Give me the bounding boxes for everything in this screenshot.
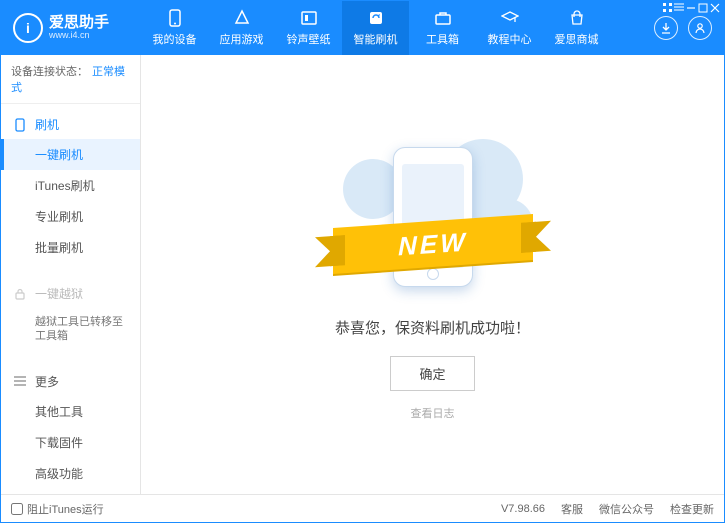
sidebar-head-jailbreak: 一键越狱: [1, 279, 140, 308]
nav-store[interactable]: 爱思商城: [543, 1, 610, 55]
settings-icon[interactable]: [663, 3, 672, 13]
sidebar-item-advanced[interactable]: 高级功能: [1, 458, 140, 489]
new-ribbon: NEW: [333, 214, 533, 274]
sidebar-head-label: 更多: [35, 373, 59, 390]
store-icon: [568, 9, 586, 27]
sidebar-head-more[interactable]: 更多: [1, 367, 140, 396]
sidebar-item-other-tools[interactable]: 其他工具: [1, 396, 140, 427]
status-bar: 阻止iTunes运行 V7.98.66 客服 微信公众号 检查更新: [1, 494, 724, 522]
main-nav: 我的设备 应用游戏 铃声壁纸 智能刷机 工具箱 教程中心: [141, 1, 654, 55]
sidebar-flash-group: 刷机 一键刷机 iTunes刷机 专业刷机 批量刷机: [1, 104, 140, 269]
nav-tutorial[interactable]: 教程中心: [476, 1, 543, 55]
success-illustration: NEW: [323, 129, 543, 299]
conn-label: 设备连接状态：: [11, 66, 88, 78]
statusbar-right: V7.98.66 客服 微信公众号 检查更新: [501, 501, 714, 517]
nav-ringtone-wallpaper[interactable]: 铃声壁纸: [275, 1, 342, 55]
nav-label: 应用游戏: [220, 31, 264, 47]
block-itunes-label: 阻止iTunes运行: [27, 501, 104, 517]
connection-status: 设备连接状态：正常模式: [1, 55, 140, 104]
app-url: www.i4.cn: [49, 31, 109, 41]
logo-text: 爱思助手 www.i4.cn: [49, 15, 109, 41]
nav-label: 爱思商城: [555, 31, 599, 47]
support-link[interactable]: 客服: [561, 501, 583, 517]
nav-apps-games[interactable]: 应用游戏: [208, 1, 275, 55]
app-name: 爱思助手: [49, 15, 109, 32]
checkbox-input[interactable]: [11, 503, 23, 515]
title-bar: i 爱思助手 www.i4.cn 我的设备 应用游戏 铃声壁纸 智能刷机: [1, 1, 724, 55]
logo-letter: i: [26, 20, 30, 36]
minimize-button[interactable]: [686, 3, 696, 13]
download-button[interactable]: [654, 16, 678, 40]
view-log-link[interactable]: 查看日志: [411, 405, 455, 421]
sidebar-more-group: 更多 其他工具 下载固件 高级功能: [1, 361, 140, 494]
sidebar-item-itunes-flash[interactable]: iTunes刷机: [1, 170, 140, 201]
sidebar-jailbreak-note: 越狱工具已转移至工具箱: [1, 308, 140, 351]
msg-body: 保资料刷机成功啦！: [395, 320, 530, 337]
menu-icon: [13, 374, 27, 388]
toolbox-icon: [434, 9, 452, 27]
main-content: NEW 恭喜您，保资料刷机成功啦！ 确定 查看日志: [141, 55, 724, 494]
sidebar-item-batch-flash[interactable]: 批量刷机: [1, 232, 140, 263]
success-message: 恭喜您，保资料刷机成功啦！: [335, 317, 530, 338]
sidebar-head-label: 一键越狱: [35, 285, 83, 302]
nav-smart-flash[interactable]: 智能刷机: [342, 1, 409, 55]
body: 设备连接状态：正常模式 刷机 一键刷机 iTunes刷机 专业刷机 批量刷机 一…: [1, 55, 724, 494]
sidebar-item-pro-flash[interactable]: 专业刷机: [1, 201, 140, 232]
flash-icon: [367, 9, 385, 27]
window-controls: [658, 0, 725, 16]
check-update-link[interactable]: 检查更新: [670, 501, 714, 517]
logo-icon: i: [13, 13, 43, 43]
titlebar-user-area: [654, 16, 724, 40]
phone-icon: [13, 118, 27, 132]
nav-label: 我的设备: [153, 31, 197, 47]
block-itunes-checkbox[interactable]: 阻止iTunes运行: [11, 501, 104, 517]
sidebar-item-oneclick-flash[interactable]: 一键刷机: [1, 139, 140, 170]
nav-label: 工具箱: [426, 31, 459, 47]
sidebar-jailbreak-group: 一键越狱 越狱工具已转移至工具箱: [1, 273, 140, 357]
close-button[interactable]: [710, 3, 720, 13]
apps-icon: [233, 9, 251, 27]
nav-label: 智能刷机: [354, 31, 398, 47]
sidebar-head-label: 刷机: [35, 116, 59, 133]
menu-icon[interactable]: [674, 3, 684, 13]
nav-my-device[interactable]: 我的设备: [141, 1, 208, 55]
lock-icon: [13, 287, 27, 301]
tutorial-icon: [501, 9, 519, 27]
nav-label: 铃声壁纸: [287, 31, 331, 47]
user-button[interactable]: [688, 16, 712, 40]
logo-area: i 爱思助手 www.i4.cn: [1, 13, 141, 43]
msg-prefix: 恭喜您，: [335, 320, 395, 337]
sidebar: 设备连接状态：正常模式 刷机 一键刷机 iTunes刷机 专业刷机 批量刷机 一…: [1, 55, 141, 494]
nav-toolbox[interactable]: 工具箱: [409, 1, 476, 55]
nav-label: 教程中心: [488, 31, 532, 47]
sidebar-head-flash[interactable]: 刷机: [1, 110, 140, 139]
device-icon: [166, 9, 184, 27]
maximize-button[interactable]: [698, 3, 708, 13]
sidebar-item-download-firmware[interactable]: 下载固件: [1, 427, 140, 458]
wallpaper-icon: [300, 9, 318, 27]
app-window: i 爱思助手 www.i4.cn 我的设备 应用游戏 铃声壁纸 智能刷机: [0, 0, 725, 523]
wechat-link[interactable]: 微信公众号: [599, 501, 654, 517]
version-label: V7.98.66: [501, 503, 545, 515]
ok-button[interactable]: 确定: [390, 356, 474, 391]
